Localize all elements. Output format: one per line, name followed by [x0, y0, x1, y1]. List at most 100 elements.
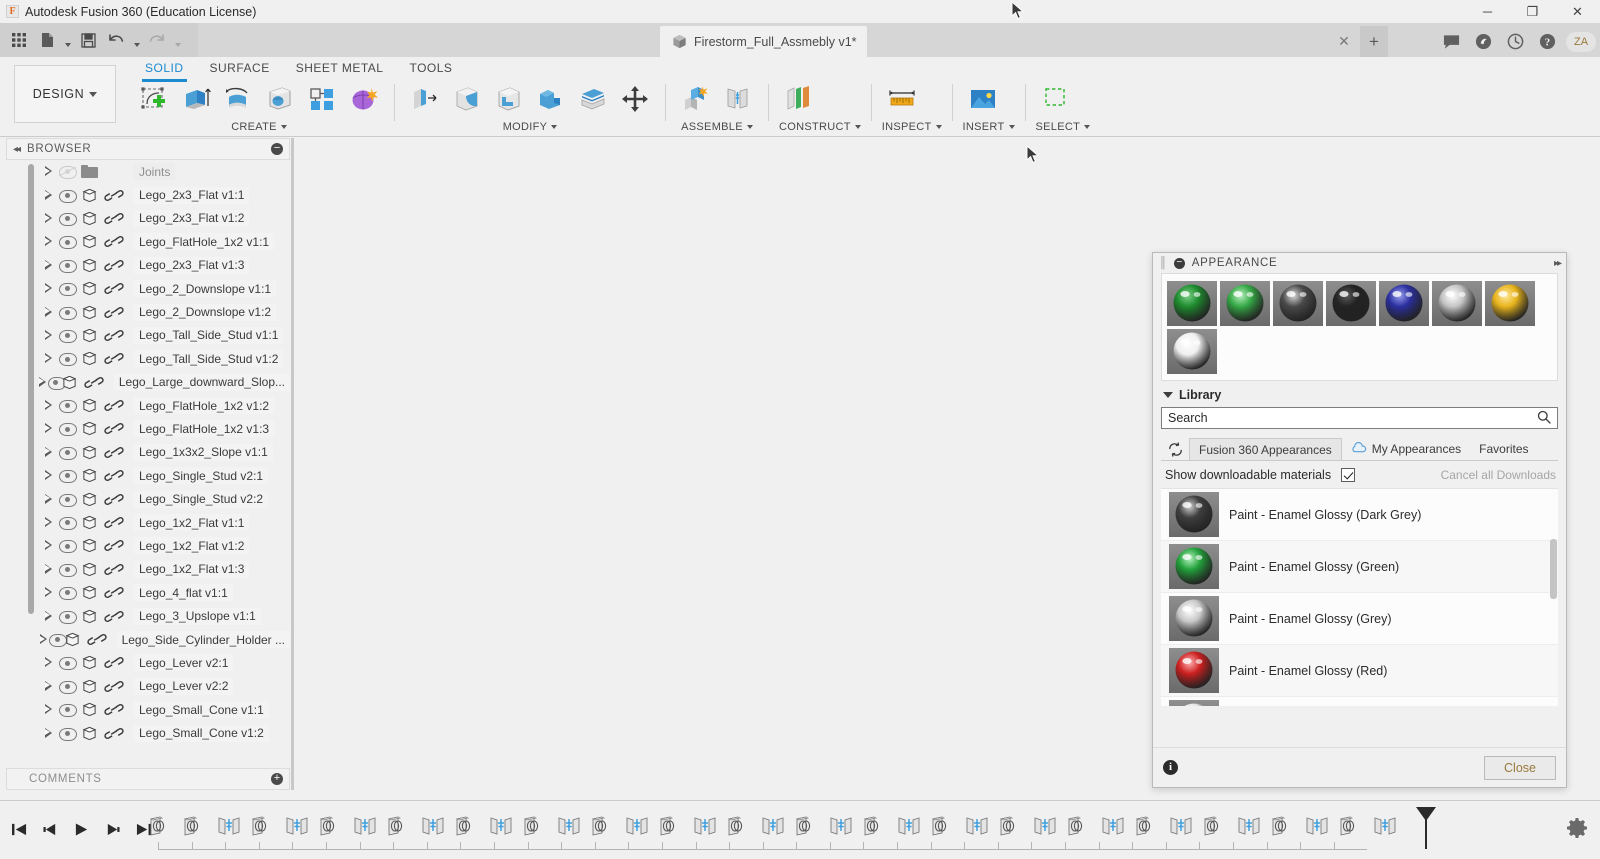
app-grid-icon[interactable]: [6, 27, 32, 53]
extrude-icon[interactable]: [176, 79, 216, 119]
form-icon[interactable]: [344, 79, 384, 119]
white-sphere[interactable]: [1167, 329, 1217, 374]
select-window-icon[interactable]: [1036, 79, 1076, 119]
search-field-wrapper[interactable]: [1161, 407, 1558, 429]
expand-arrow-icon[interactable]: [38, 353, 59, 364]
material-list-item[interactable]: [1161, 697, 1558, 706]
search-input[interactable]: [1168, 411, 1537, 425]
show-downloadable-checkbox[interactable]: [1341, 468, 1356, 482]
chevron-down-icon[interactable]: [854, 125, 861, 129]
library-section-header[interactable]: Library: [1153, 381, 1566, 407]
tree-item-component[interactable]: Lego_Tall_Side_Stud v1:1: [6, 324, 290, 347]
expand-arrow-icon[interactable]: [38, 727, 59, 739]
tree-item-component[interactable]: Lego_2x3_Flat v1:1: [6, 183, 290, 206]
expand-arrow-icon[interactable]: [38, 306, 59, 318]
add-comment-icon[interactable]: +: [271, 773, 283, 785]
expand-arrow-icon[interactable]: [38, 376, 48, 388]
timeline-joint-feature[interactable]: [926, 811, 960, 841]
black-sphere[interactable]: [1326, 281, 1376, 326]
comments-panel[interactable]: COMMENTS +: [6, 768, 290, 790]
expand-arrow-icon[interactable]: [38, 610, 59, 622]
mat3[interactable]: [1169, 648, 1219, 693]
tab-tools[interactable]: TOOLS: [396, 57, 465, 79]
expand-arrow-icon[interactable]: [38, 400, 59, 411]
tab-my-appearances[interactable]: My Appearances: [1342, 438, 1470, 460]
visibility-eye-icon[interactable]: [59, 353, 77, 367]
visibility-eye-icon[interactable]: [59, 587, 77, 601]
browser-tree[interactable]: Joints Lego_2x3_Flat v1:1 Lego_2x3_Flat v1…: [6, 160, 290, 768]
yellow-sphere[interactable]: [1485, 281, 1535, 326]
expand-arrow-icon[interactable]: [38, 423, 59, 434]
tree-item-component[interactable]: Lego_4_flat v1:1: [6, 581, 290, 604]
visibility-eye-icon[interactable]: [59, 727, 77, 741]
comment-icon[interactable]: [1436, 27, 1466, 57]
tree-item-component[interactable]: Lego_Tall_Side_Stud v1:2: [6, 347, 290, 370]
tree-item-component[interactable]: Lego_Small_Cone v1:1: [6, 698, 290, 721]
material-list-item[interactable]: Paint - Enamel Glossy (Red): [1161, 645, 1558, 697]
expand-arrow-icon[interactable]: [38, 470, 59, 481]
timeline-rigid-joint-feature[interactable]: [1368, 811, 1402, 841]
timeline-joint-feature[interactable]: [178, 811, 212, 841]
visibility-eye-icon[interactable]: [49, 634, 69, 647]
expand-arrow-icon[interactable]: [38, 634, 49, 645]
timeline-joint-feature[interactable]: [858, 811, 892, 841]
refresh-icon[interactable]: [1161, 438, 1189, 460]
go-to-beginning-button[interactable]: [8, 817, 30, 841]
tree-item-component[interactable]: Lego_FlatHole_1x2 v1:1: [6, 230, 290, 253]
expand-arrow-icon[interactable]: [38, 166, 59, 177]
undo-caret[interactable]: [131, 27, 142, 53]
expand-arrow-icon[interactable]: [38, 329, 59, 341]
timeline-joint-feature[interactable]: [1062, 811, 1096, 841]
appearance-dialog-titlebar[interactable]: ║ − APPEARANCE ▸▸: [1153, 253, 1566, 273]
panel-resize-handle[interactable]: [291, 138, 294, 790]
tree-item-component[interactable]: Lego_Lever v2:2: [6, 675, 290, 698]
expand-arrow-icon[interactable]: [38, 212, 59, 224]
chevron-down-icon[interactable]: [746, 125, 753, 129]
timeline-rigid-joint-feature[interactable]: [416, 811, 450, 841]
undo-icon[interactable]: [103, 27, 129, 53]
gear-icon[interactable]: [1566, 817, 1588, 839]
move-copy-icon[interactable]: [615, 79, 655, 119]
mat2[interactable]: [1169, 596, 1219, 641]
user-avatar[interactable]: ZA: [1566, 31, 1596, 52]
new-tab-button[interactable]: +: [1360, 26, 1388, 57]
fillet-icon[interactable]: [447, 79, 487, 119]
tree-item-component[interactable]: Lego_1x2_Flat v1:1: [6, 511, 290, 534]
close-window-button[interactable]: ✕: [1555, 0, 1600, 23]
tab-favorites[interactable]: Favorites: [1470, 438, 1537, 460]
visibility-eye-icon[interactable]: [59, 563, 77, 577]
mat1[interactable]: [1169, 544, 1219, 589]
insert-image-icon[interactable]: [963, 79, 1003, 119]
visibility-eye-icon[interactable]: [47, 376, 67, 390]
green-dark-sphere[interactable]: [1167, 281, 1217, 326]
offset-plane-icon[interactable]: [779, 79, 819, 119]
timeline-rigid-joint-feature[interactable]: [620, 811, 654, 841]
joint-icon[interactable]: [718, 79, 758, 119]
expand-arrow-icon[interactable]: [38, 236, 59, 247]
timeline-rigid-joint-feature[interactable]: [280, 811, 314, 841]
visibility-eye-icon[interactable]: [59, 517, 77, 531]
new-document-icon[interactable]: [34, 27, 60, 53]
visibility-eye-icon[interactable]: [58, 166, 77, 180]
expand-arrow-icon[interactable]: [38, 680, 59, 692]
visibility-eye-icon[interactable]: [59, 259, 77, 273]
material-list-item[interactable]: Paint - Enamel Glossy (Green): [1161, 541, 1558, 593]
step-back-button[interactable]: [39, 817, 61, 841]
chevron-down-icon[interactable]: [551, 125, 558, 129]
split-face-icon[interactable]: [573, 79, 613, 119]
expand-arrow-icon[interactable]: [38, 493, 59, 505]
tab-sheet-metal[interactable]: SHEET METAL: [283, 57, 397, 79]
step-forward-button[interactable]: [101, 817, 123, 841]
grey-sphere[interactable]: [1432, 281, 1482, 326]
timeline-rigid-joint-feature[interactable]: [756, 811, 790, 841]
play-button[interactable]: [70, 817, 92, 841]
visibility-eye-icon[interactable]: [59, 610, 77, 624]
timeline-joint-feature[interactable]: [1198, 811, 1232, 841]
material-list-item[interactable]: Paint - Enamel Glossy (Grey): [1161, 593, 1558, 645]
timeline-rigid-joint-feature[interactable]: [824, 811, 858, 841]
timeline-rigid-joint-feature[interactable]: [348, 811, 382, 841]
material-list-item[interactable]: Paint - Enamel Glossy (Dark Grey): [1161, 489, 1558, 541]
collapse-panel-icon[interactable]: ◂◂: [13, 144, 21, 155]
redo-icon[interactable]: [144, 27, 170, 53]
tree-item-component[interactable]: Lego_Large_downward_Slop...: [6, 371, 290, 394]
